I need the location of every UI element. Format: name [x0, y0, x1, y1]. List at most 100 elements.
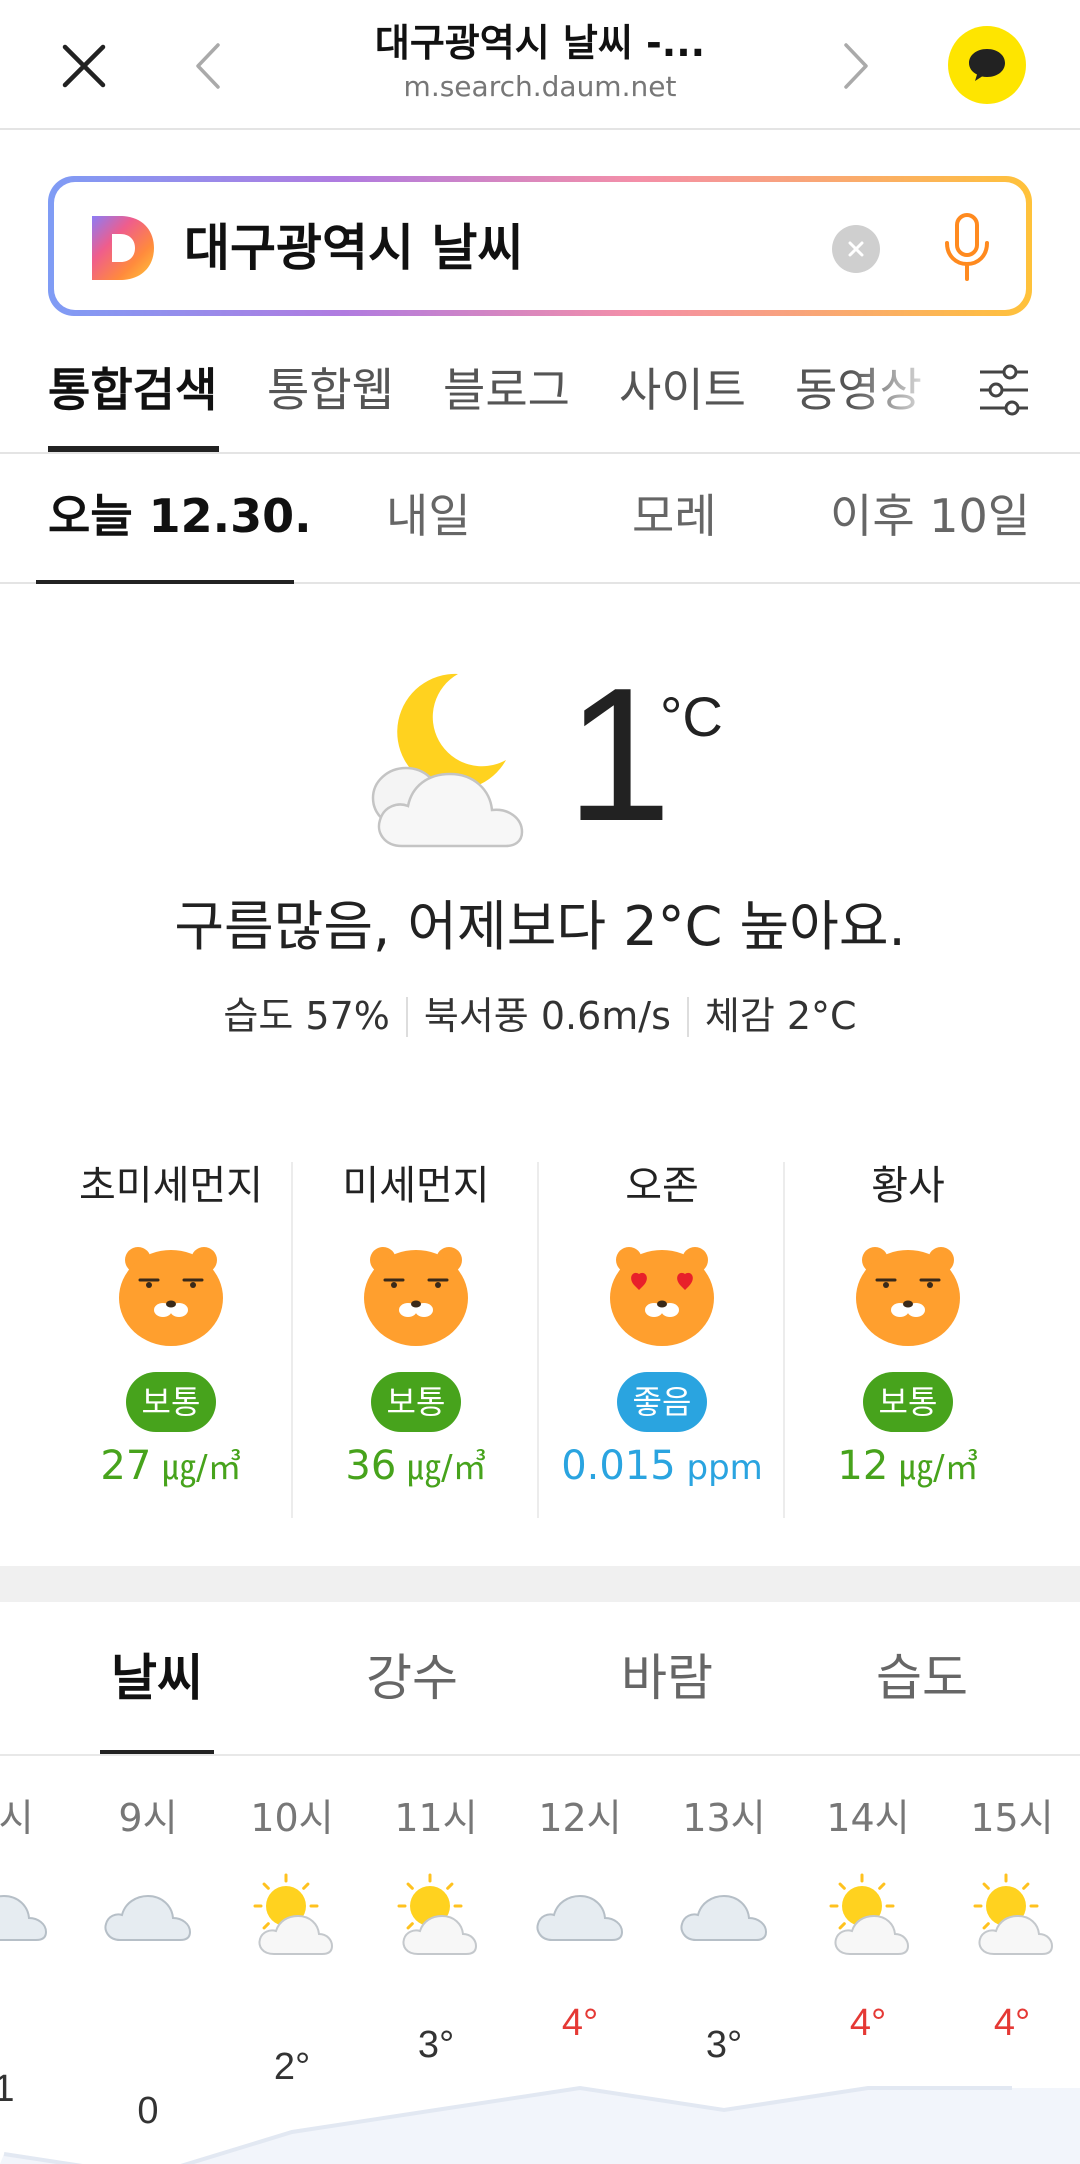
wind: 북서풍 0.6m/s: [423, 994, 671, 1038]
close-icon[interactable]: [52, 34, 116, 98]
hour-temperature: 3°: [417, 2024, 455, 2066]
microphone-icon: [945, 213, 989, 281]
voice-search-button[interactable]: [934, 212, 1000, 284]
air-quality-value: 36 ㎍/㎥: [293, 1436, 539, 1498]
weather-description: 구름많음, 어제보다 2°C 높아요.: [174, 895, 906, 958]
hour-temperature: 1: [0, 2068, 15, 2110]
search-box[interactable]: 대구광역시 날씨: [48, 176, 1032, 316]
divider: [537, 1162, 539, 1518]
day-tabs: 오늘 12.30. 내일 모레 이후 10일: [0, 456, 1080, 584]
active-tab-indicator: [48, 446, 219, 452]
tab-precipitation[interactable]: 강수: [312, 1646, 512, 1710]
tab-wind[interactable]: 바람: [567, 1646, 767, 1710]
search-input[interactable]: 대구광역시 날씨: [184, 212, 523, 284]
page-url: m.search.daum.net: [403, 70, 677, 103]
filter-settings-button[interactable]: [976, 360, 1032, 420]
hour-temperature: 3°: [705, 2024, 743, 2066]
value-number: 0.015: [561, 1443, 676, 1489]
hour-item: 13시: [652, 1792, 796, 1962]
hour-temperature: 0: [137, 2090, 159, 2132]
ryan-face-icon: [119, 1247, 223, 1346]
forecast-tabs: 날씨 강수 바람 습도: [0, 1602, 1080, 1756]
hour-label: 11시: [394, 1796, 478, 1840]
status-badge: 보통: [862, 1372, 954, 1432]
feels-like: 체감 2°C: [704, 994, 857, 1038]
air-quality-label: 오존: [625, 1163, 699, 1209]
tab-tomorrow[interactable]: 내일: [386, 486, 471, 546]
weather-details: 습도 57% 북서풍 0.6m/s 체감 2°C: [0, 990, 1080, 1042]
value-unit: ppm: [675, 1448, 763, 1488]
hour-label: 8시: [0, 1796, 34, 1840]
air-quality-item[interactable]: 오존좋음 0.015 ppm: [539, 1160, 785, 1520]
tab-integrated-web[interactable]: 통합웹: [267, 360, 394, 420]
air-quality-item[interactable]: 초미세먼지보통 27 ㎍/㎥: [48, 1160, 294, 1520]
divider: [405, 997, 408, 1037]
hour-label: 10시: [250, 1796, 334, 1840]
air-quality-label: 초미세먼지: [79, 1163, 263, 1209]
tab-integrated-search[interactable]: 통합검색: [48, 360, 217, 420]
hour-item: 10시: [220, 1792, 364, 1962]
value-number: 36: [345, 1443, 397, 1489]
cloud-icon: [104, 1894, 192, 1941]
status-badge: 보통: [370, 1372, 462, 1432]
sun-cloud-icon: [973, 1873, 1054, 1955]
cloud-icon: [680, 1894, 768, 1941]
ryan-face-icon: [364, 1247, 468, 1346]
air-quality-item[interactable]: 황사보통 12 ㎍/㎥: [785, 1160, 1031, 1520]
search-category-tabs: 통합검색 통합웹 블로그 사이트 동영상: [0, 340, 1080, 454]
divider: [783, 1162, 785, 1518]
hour-item: 9시: [76, 1792, 220, 1962]
value-unit: ㎍/㎥: [888, 1448, 979, 1488]
value-unit: ㎍/㎥: [396, 1448, 487, 1488]
hour-item: 11시: [364, 1792, 508, 1962]
search-box-inner: 대구광역시 날씨: [54, 182, 1026, 310]
daum-logo-icon: [92, 216, 154, 280]
tab-blog[interactable]: 블로그: [443, 360, 570, 420]
cloud-icon: [536, 1894, 624, 1941]
value-number: 27: [100, 1443, 152, 1489]
tab-site[interactable]: 사이트: [619, 360, 746, 420]
value-number: 12: [837, 1443, 889, 1489]
back-arrow-icon[interactable]: [180, 36, 236, 96]
clear-icon: [848, 241, 864, 257]
browser-bar: 대구광역시 날씨 -... m.search.daum.net: [0, 0, 1080, 130]
clear-search-button[interactable]: [832, 225, 880, 273]
hour-temperature: 2°: [273, 2046, 311, 2088]
active-forecast-indicator: [100, 1750, 214, 1754]
humidity: 습도 57%: [223, 994, 390, 1038]
tab-weather[interactable]: 날씨: [57, 1646, 257, 1710]
status-badge: 좋음: [616, 1372, 708, 1432]
active-day-indicator: [36, 580, 294, 584]
air-quality-label: 황사: [871, 1163, 945, 1209]
sliders-icon: [980, 364, 1028, 416]
tab-next-10-days[interactable]: 이후 10일: [830, 486, 1030, 546]
tab-today[interactable]: 오늘 12.30.: [48, 486, 312, 546]
hour-label: 12시: [538, 1796, 622, 1840]
air-quality-value: 27 ㎍/㎥: [48, 1436, 294, 1498]
divider: [291, 1162, 293, 1518]
hour-item: 15시: [940, 1792, 1080, 1962]
page-title: 대구광역시 날씨 -...: [374, 21, 706, 65]
page-title-area: 대구광역시 날씨 -... m.search.daum.net: [290, 18, 790, 106]
air-quality-label: 미세먼지: [342, 1163, 490, 1209]
sun-cloud-icon: [829, 1873, 910, 1955]
hour-temperature: 4°: [561, 2002, 599, 2044]
hour-temperature: 4°: [993, 2002, 1031, 2044]
ryan-face-icon: [856, 1247, 960, 1346]
tab-day-after-tomorrow[interactable]: 모레: [632, 486, 717, 546]
hour-label: 13시: [682, 1796, 766, 1840]
hour-item: 8시: [0, 1792, 76, 1962]
hour-label: 14시: [826, 1796, 910, 1840]
hour-label: 15시: [970, 1796, 1054, 1840]
section-divider: [0, 1566, 1080, 1602]
forward-arrow-icon[interactable]: [828, 36, 884, 96]
air-quality-item[interactable]: 미세먼지 보통 36 ㎍/㎥: [293, 1160, 539, 1520]
hour-temperature: 4°: [849, 2002, 887, 2044]
status-badge: 보통: [125, 1372, 217, 1432]
hour-item: 12시: [508, 1792, 652, 1962]
speech-bubble-icon: [969, 49, 1005, 81]
tabs-fade: [850, 340, 960, 450]
tab-humidity[interactable]: 습도: [822, 1646, 1022, 1710]
sun-cloud-icon: [397, 1873, 478, 1955]
kakaotalk-share-button[interactable]: [948, 26, 1026, 104]
